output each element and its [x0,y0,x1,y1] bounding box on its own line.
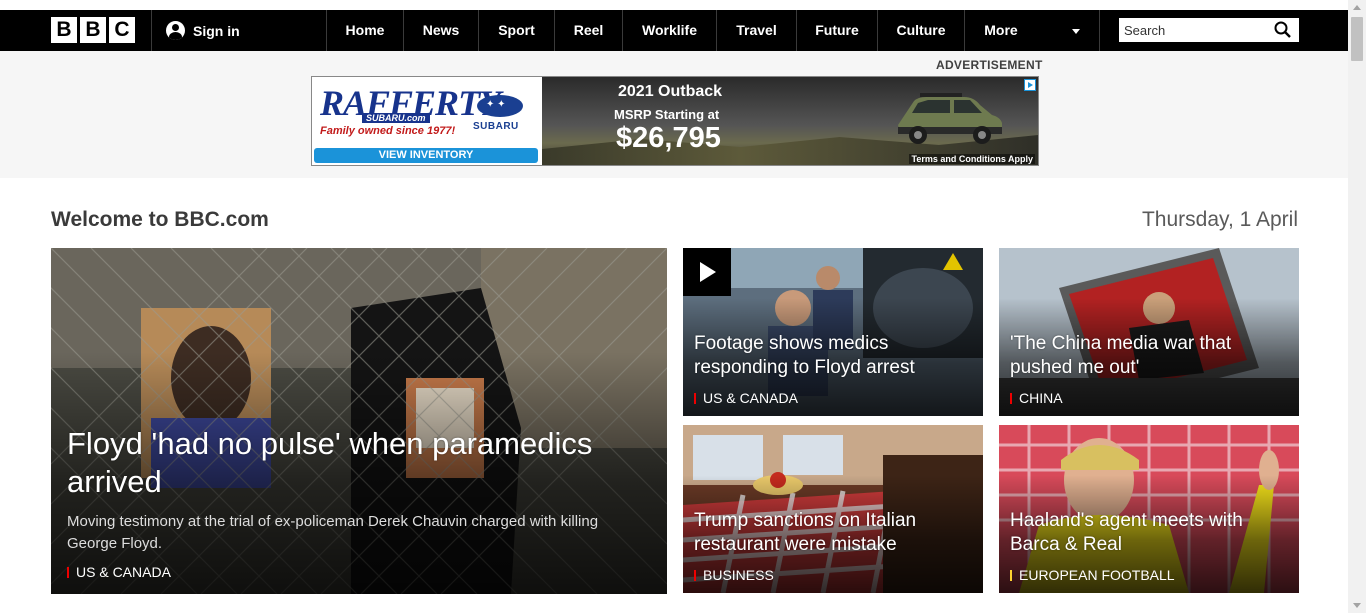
search-input[interactable] [1124,19,1269,41]
bbc-logo[interactable]: B B C [51,17,135,43]
adchoices-icon[interactable] [1024,79,1036,91]
story-tag[interactable]: EUROPEAN FOOTBALL [1010,567,1175,583]
page-title: Welcome to BBC.com [51,208,269,231]
advertisement-banner[interactable]: RAFFERTY SUBARU.com Family owned since 1… [311,76,1039,166]
ad-price: $26,795 [616,122,721,154]
nav-item-sport[interactable]: Sport [479,10,554,51]
nav-divider [1099,10,1100,51]
story-headline[interactable]: Floyd 'had no pulse' when paramedics arr… [67,425,637,501]
sign-in-label: Sign in [193,22,240,39]
story-headline[interactable]: Haaland's agent meets with Barca & Real [1010,509,1289,557]
story-headline[interactable]: 'The China media war that pushed me out' [1010,332,1289,380]
ad-dealer-sub: SUBARU.com [362,113,430,123]
story-tag[interactable]: US & CANADA [694,390,798,406]
scroll-up-icon[interactable] [1353,5,1361,10]
ad-brand: SUBARU [473,121,519,132]
chevron-down-icon[interactable] [1072,29,1080,34]
story-tag[interactable]: CHINA [1010,390,1063,406]
ad-msrp: MSRP Starting at [614,107,720,122]
logo-letter: C [109,17,135,43]
nav-item-home[interactable]: Home [327,10,403,51]
user-icon [166,21,185,40]
nav-item-culture[interactable]: Culture [878,10,964,51]
advertisement-label: ADVERTISEMENT [936,58,1043,72]
nav-item-news[interactable]: News [404,10,478,51]
sign-in-button[interactable]: Sign in [166,10,240,51]
story-tag[interactable]: BUSINESS [694,567,774,583]
story-card[interactable]: Footage shows medics responding to Floyd… [683,248,983,416]
scrollbar-thumb[interactable] [1351,17,1363,61]
nav-item-worklife[interactable]: Worklife [623,10,716,51]
nav-item-future[interactable]: Future [797,10,877,51]
story-card-lead[interactable]: Floyd 'had no pulse' when paramedics arr… [51,248,667,594]
story-summary: Moving testimony at the trial of ex-poli… [67,513,599,552]
top-navigation: B B C Sign in Home News Sport Reel Workl… [0,10,1348,51]
nav-item-reel[interactable]: Reel [555,10,622,51]
ad-dealer-panel: RAFFERTY SUBARU.com Family owned since 1… [312,77,542,165]
top-strip [0,0,1348,10]
story-card[interactable]: Haaland's agent meets with Barca & Real … [999,425,1299,593]
ad-terms: Terms and Conditions Apply [909,154,1035,164]
view-inventory-button[interactable]: VIEW INVENTORY [314,148,538,163]
ad-family-text: Family owned since 1977! [320,125,456,137]
story-card[interactable]: 'The China media war that pushed me out'… [999,248,1299,416]
nav-item-travel[interactable]: Travel [717,10,796,51]
search-icon[interactable] [1274,21,1291,38]
advertisement-band: ADVERTISEMENT RAFFERTY SUBARU.com Family… [0,51,1348,178]
scroll-down-icon[interactable] [1353,603,1361,608]
story-tag[interactable]: US & CANADA [67,564,171,580]
play-icon[interactable] [683,248,731,296]
story-card[interactable]: Trump sanctions on Italian restaurant we… [683,425,983,593]
story-headline[interactable]: Footage shows medics responding to Floyd… [694,332,973,380]
page-scrollbar[interactable] [1348,0,1366,613]
logo-letter: B [51,17,77,43]
story-headline[interactable]: Trump sanctions on Italian restaurant we… [694,509,973,557]
nav-divider [151,10,152,51]
search-box [1119,18,1299,42]
page-date: Thursday, 1 April [1141,208,1298,231]
logo-letter: B [80,17,106,43]
nav-item-more[interactable]: More [965,10,1037,51]
subaru-logo-icon [477,95,523,117]
ad-car-panel: 2021 Outback MSRP Starting at $26,795 Te… [542,77,1038,165]
ad-model: 2021 Outback [618,83,723,100]
car-image [898,93,1002,144]
